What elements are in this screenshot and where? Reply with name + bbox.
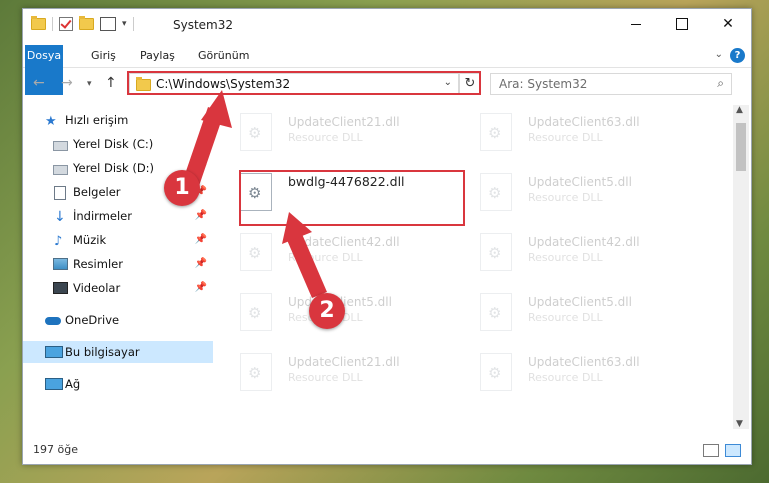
step-2-badge: 2 <box>309 293 345 329</box>
arrow-2-shaft <box>287 234 327 298</box>
step-1-badge: 1 <box>164 170 200 206</box>
annotation-arrows <box>183 90 327 298</box>
